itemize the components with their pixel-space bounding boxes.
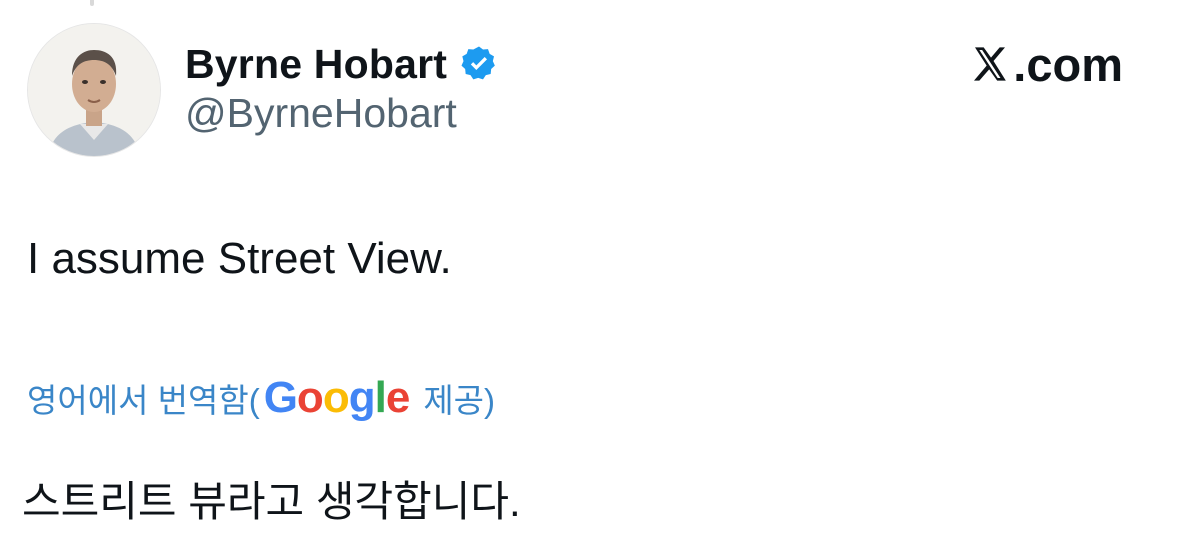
top-divider-tick xyxy=(90,0,94,6)
translation-suffix: 제공) xyxy=(423,382,496,419)
google-letter: o xyxy=(322,373,350,422)
google-letter: l xyxy=(374,373,387,422)
verified-badge-icon xyxy=(459,44,499,84)
translation-prefix: 영어에서 번역함( xyxy=(27,382,260,419)
google-letter: G xyxy=(263,373,298,422)
google-letter: o xyxy=(296,373,324,422)
brand-domain-text: .com xyxy=(1013,37,1123,91)
translated-tweet-text: 스트리트 뷰라고 생각합니다. xyxy=(22,478,521,525)
author-name-row: Byrne Hobart xyxy=(185,38,499,90)
author-handle[interactable]: @ByrneHobart xyxy=(185,90,457,137)
google-letter: e xyxy=(385,373,411,422)
avatar-portrait xyxy=(28,24,160,156)
x-logo-icon xyxy=(969,44,1011,84)
tweet-text: I assume Street View. xyxy=(27,234,452,283)
author-display-name[interactable]: Byrne Hobart xyxy=(185,41,447,88)
avatar[interactable] xyxy=(27,23,161,157)
google-letter: g xyxy=(348,373,376,422)
google-logo: G o o g l e xyxy=(263,373,411,422)
x-com-brand: .com xyxy=(969,36,1123,92)
translation-attribution[interactable]: 영어에서 번역함( G o o g l e 제공) xyxy=(27,368,495,428)
